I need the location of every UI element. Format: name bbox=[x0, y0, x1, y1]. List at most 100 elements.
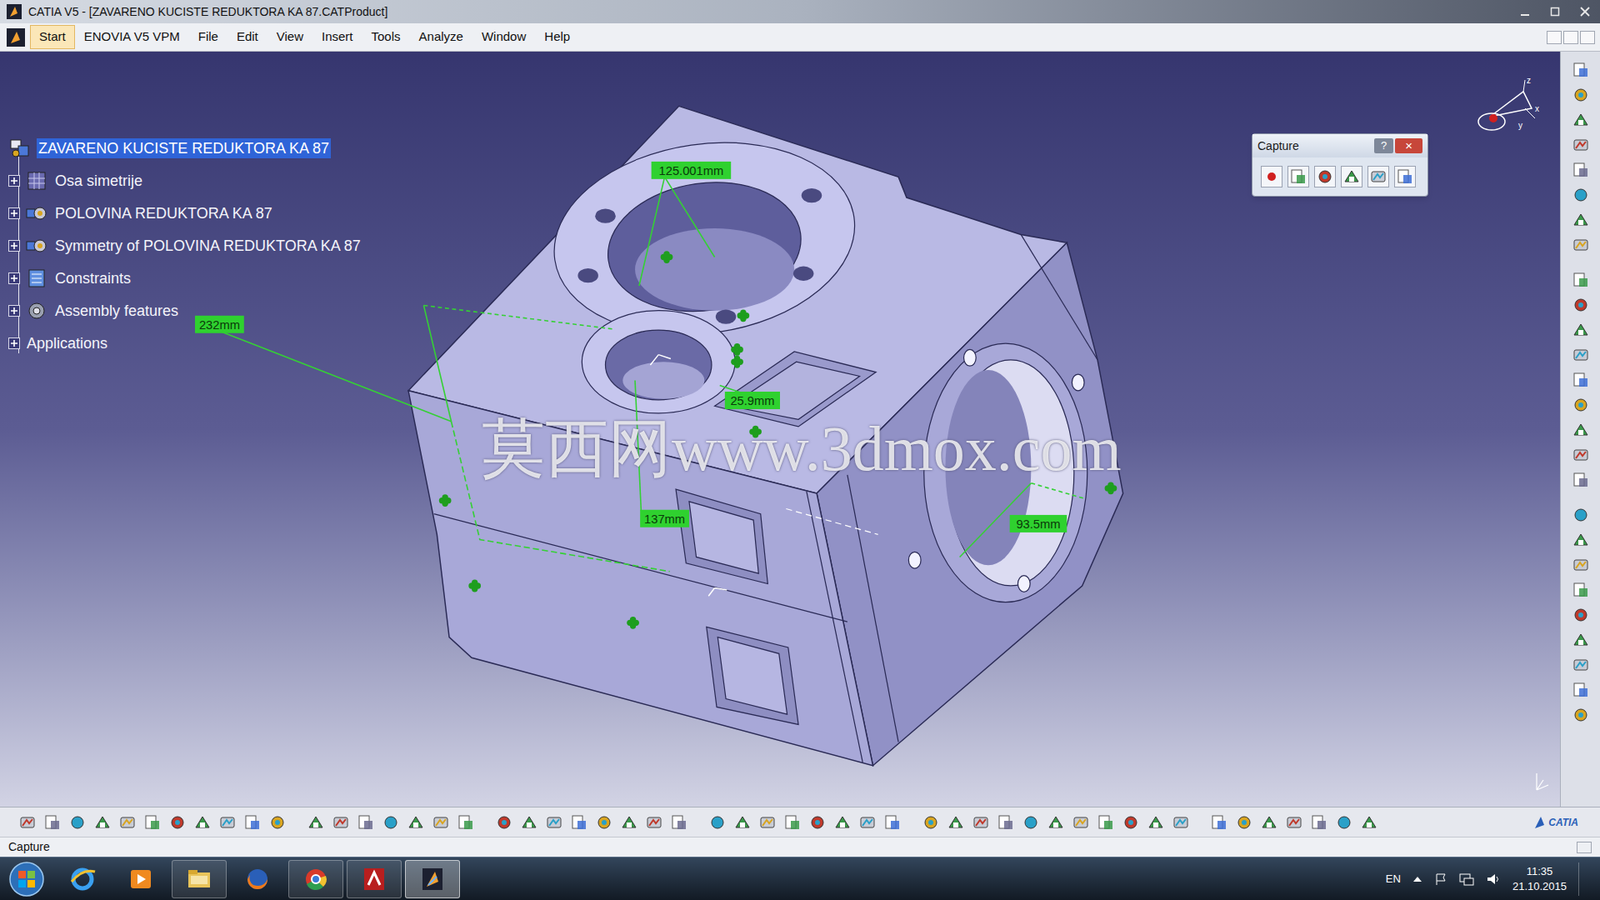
toolbar-button[interactable] bbox=[455, 811, 476, 834]
toolbar-button[interactable] bbox=[618, 811, 640, 834]
toolbar-button[interactable] bbox=[1569, 680, 1593, 700]
constraint-icon[interactable] bbox=[730, 355, 744, 369]
document-window-button[interactable] bbox=[1580, 30, 1595, 45]
maximize-button[interactable] bbox=[1540, 2, 1570, 21]
toolbar-button[interactable] bbox=[1569, 370, 1593, 390]
expand-icon[interactable] bbox=[8, 272, 20, 285]
toolbar-button[interactable] bbox=[91, 811, 113, 834]
toolbar-button[interactable] bbox=[1569, 185, 1593, 205]
toolbar-button[interactable] bbox=[1569, 345, 1593, 365]
menu-item[interactable]: Window bbox=[472, 25, 535, 50]
tree-item[interactable]: Symmetry of POLOVINA REDUKTORA KA 87 bbox=[8, 229, 363, 262]
right-face[interactable] bbox=[816, 242, 1124, 765]
menu-item[interactable]: Analyze bbox=[410, 25, 473, 50]
expand-icon[interactable] bbox=[8, 175, 20, 187]
taskbar-app[interactable] bbox=[346, 860, 402, 899]
constraint-icon[interactable] bbox=[737, 309, 750, 322]
toolbar-button[interactable] bbox=[831, 811, 853, 834]
toolbar-button[interactable] bbox=[995, 811, 1016, 834]
toolbar-button[interactable] bbox=[706, 811, 728, 834]
capture-toolbar[interactable]: Capture?× bbox=[1251, 133, 1429, 197]
menu-item[interactable]: Help bbox=[535, 25, 580, 50]
toolbar-button[interactable] bbox=[1569, 235, 1593, 255]
toolbar-button[interactable] bbox=[1569, 420, 1593, 440]
capture-tool-button[interactable] bbox=[1314, 165, 1336, 188]
constraint-icon[interactable] bbox=[468, 580, 481, 593]
menu-item[interactable]: Edit bbox=[227, 25, 268, 50]
toolbar-button[interactable] bbox=[330, 811, 351, 834]
toolbar-button[interactable] bbox=[1569, 135, 1593, 155]
tree-label[interactable]: Constraints bbox=[53, 268, 133, 289]
toolbar-button[interactable] bbox=[1120, 811, 1141, 834]
toolbar-button[interactable] bbox=[881, 811, 903, 834]
taskbar-app[interactable] bbox=[113, 860, 169, 899]
toolbar-button[interactable] bbox=[41, 811, 63, 834]
menu-item[interactable]: Start bbox=[30, 25, 75, 50]
toolbar-button[interactable] bbox=[241, 811, 263, 834]
toolbar-button[interactable] bbox=[593, 811, 615, 834]
toolbar-button[interactable] bbox=[1333, 811, 1355, 834]
toolbar-button[interactable] bbox=[1145, 811, 1166, 834]
capture-tool-button[interactable] bbox=[1260, 165, 1283, 188]
tree-item[interactable]: Assembly features bbox=[8, 294, 363, 327]
menu-item[interactable]: Tools bbox=[362, 25, 410, 50]
toolbar-button[interactable] bbox=[16, 811, 38, 834]
toolbar-button[interactable] bbox=[1569, 505, 1593, 525]
tree-item[interactable]: Osa simetrije bbox=[8, 164, 363, 197]
toolbar-button[interactable] bbox=[305, 811, 326, 834]
tree-item[interactable]: POLOVINA REDUKTORA KA 87 bbox=[8, 196, 363, 230]
toolbar-button[interactable] bbox=[493, 811, 515, 834]
measurement-label[interactable]: 137mm bbox=[640, 510, 690, 528]
toolbar-button[interactable] bbox=[970, 811, 991, 834]
capture-titlebar[interactable]: Capture?× bbox=[1252, 134, 1428, 158]
menu-item[interactable]: Insert bbox=[312, 25, 363, 50]
menu-item[interactable]: File bbox=[189, 25, 228, 50]
language-indicator[interactable]: EN bbox=[1385, 870, 1401, 888]
toolbar-button[interactable] bbox=[1569, 555, 1593, 575]
toolbar-button[interactable] bbox=[1045, 811, 1066, 834]
toolbar-button[interactable] bbox=[1208, 811, 1230, 834]
toolbar-button[interactable] bbox=[1569, 530, 1593, 550]
toolbar-button[interactable] bbox=[266, 811, 288, 834]
toolbar-button[interactable] bbox=[781, 811, 803, 834]
capture-tool-button[interactable] bbox=[1340, 165, 1363, 188]
toolbar-button[interactable] bbox=[1308, 811, 1330, 834]
speaker-icon[interactable] bbox=[1485, 872, 1501, 886]
tree-label[interactable]: Applications bbox=[25, 333, 110, 354]
toolbar-button[interactable] bbox=[1258, 811, 1280, 834]
toolbar-button[interactable] bbox=[116, 811, 138, 834]
close-button[interactable]: × bbox=[1395, 138, 1423, 154]
toolbar-button[interactable] bbox=[856, 811, 878, 834]
toolbar-button[interactable] bbox=[1569, 110, 1593, 130]
constraint-icon[interactable] bbox=[1105, 481, 1118, 495]
start-button[interactable] bbox=[0, 857, 54, 900]
toolbar-button[interactable] bbox=[1569, 295, 1593, 315]
document-window-button[interactable] bbox=[1563, 30, 1579, 45]
show-desktop-button[interactable] bbox=[1578, 862, 1589, 896]
toolbar-button[interactable] bbox=[1569, 445, 1593, 465]
constraint-icon[interactable] bbox=[439, 494, 452, 507]
minimize-button[interactable] bbox=[1510, 2, 1540, 21]
toolbar-button[interactable] bbox=[806, 811, 828, 834]
toolbar-button[interactable] bbox=[643, 811, 665, 834]
toolbar-button[interactable] bbox=[1569, 160, 1593, 180]
tree-item[interactable]: ZAVARENO KUCISTE REDUKTORA KA 87 bbox=[8, 131, 363, 165]
menu-item[interactable]: ENOVIA V5 VPM bbox=[75, 25, 190, 50]
help-button[interactable]: ? bbox=[1374, 138, 1394, 154]
measurement-label[interactable]: 25.9mm bbox=[725, 391, 780, 410]
tree-label[interactable]: Assembly features bbox=[53, 300, 180, 321]
toolbar-button[interactable] bbox=[1283, 811, 1305, 834]
toolbar-button[interactable] bbox=[945, 811, 966, 834]
toolbar-button[interactable] bbox=[1233, 811, 1255, 834]
clock[interactable]: 11:3521.10.2015 bbox=[1512, 864, 1567, 895]
menu-item[interactable]: View bbox=[267, 25, 313, 50]
measurement-label[interactable]: 93.5mm bbox=[1010, 515, 1068, 533]
expand-icon[interactable] bbox=[8, 305, 20, 317]
toolbar-button[interactable] bbox=[731, 811, 753, 834]
tree-item[interactable]: Constraints bbox=[8, 261, 363, 295]
toolbar-button[interactable] bbox=[1569, 270, 1593, 290]
specification-tree[interactable]: ZAVARENO KUCISTE REDUKTORA KA 87 Osa sime… bbox=[8, 131, 363, 360]
constraint-icon[interactable] bbox=[626, 616, 640, 630]
tree-label[interactable]: Osa simetrije bbox=[53, 170, 145, 191]
expand-icon[interactable] bbox=[8, 207, 20, 220]
